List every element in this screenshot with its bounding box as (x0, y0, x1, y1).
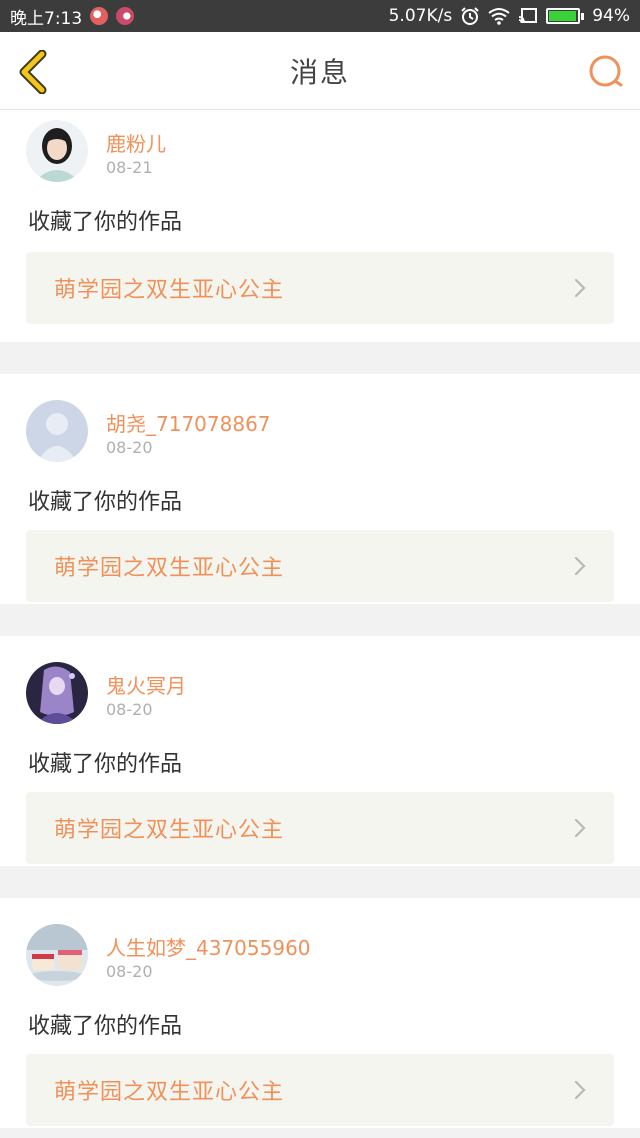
chevron-right-icon (574, 278, 586, 298)
username[interactable]: 鬼火冥月 (106, 670, 186, 699)
message-date: 08-20 (106, 962, 153, 981)
search-icon[interactable] (586, 52, 626, 92)
action-text: 收藏了你的作品 (28, 752, 183, 777)
username[interactable]: 鹿粉儿 (106, 128, 166, 157)
message-date: 08-21 (106, 158, 153, 177)
nav-bar: 消息 (0, 32, 640, 110)
alarm-icon (461, 7, 479, 25)
page-title: 消息 (289, 55, 350, 89)
work-title: 萌学园之双生亚心公主 (54, 556, 285, 581)
work-link[interactable]: 萌学园之双生亚心公主 (26, 792, 614, 864)
message-card: 鬼火冥月 08-20 收藏了你的作品 萌学园之双生亚心公主 (0, 636, 640, 866)
battery-percent: 94% (592, 6, 630, 26)
message-card: 胡尧_717078867 08-20 收藏了你的作品 萌学园之双生亚心公主 (0, 374, 640, 604)
battery-icon (546, 8, 585, 24)
avatar-girl[interactable] (26, 120, 88, 182)
chevron-left-icon[interactable] (14, 50, 54, 94)
message-date: 08-20 (106, 700, 153, 719)
work-title: 萌学园之双生亚心公主 (54, 1080, 285, 1105)
status-time: 晚上7:13 (10, 8, 83, 29)
avatar-default[interactable] (26, 400, 88, 462)
chevron-right-icon (574, 818, 586, 838)
wifi-icon (488, 8, 510, 25)
app-notification-icon (90, 7, 109, 25)
work-link[interactable]: 萌学园之双生亚心公主 (26, 1054, 614, 1126)
work-link[interactable]: 萌学园之双生亚心公主 (26, 530, 614, 602)
app-notification-icon-2 (116, 7, 135, 25)
cast-icon (519, 8, 538, 24)
work-title: 萌学园之双生亚心公主 (54, 818, 285, 843)
action-text: 收藏了你的作品 (28, 210, 183, 235)
message-card: 鹿粉儿 08-21 收藏了你的作品 萌学园之双生亚心公主 (0, 110, 640, 342)
message-date: 08-20 (106, 438, 153, 457)
action-text: 收藏了你的作品 (28, 1014, 183, 1039)
status-bar: 晚上7:13 5.07K/s 94% (0, 0, 640, 32)
avatar-cake[interactable] (26, 924, 88, 986)
message-card: 人生如梦_437055960 08-20 收藏了你的作品 萌学园之双生亚心公主 (0, 898, 640, 1128)
chevron-right-icon (574, 556, 586, 576)
username[interactable]: 人生如梦_437055960 (106, 932, 311, 961)
work-title: 萌学园之双生亚心公主 (54, 278, 285, 303)
network-speed: 5.07K/s (388, 6, 453, 26)
avatar-anime[interactable] (26, 662, 88, 724)
message-list: 鹿粉儿 08-21 收藏了你的作品 萌学园之双生亚心公主 胡尧_71707886… (0, 110, 640, 1128)
work-link[interactable]: 萌学园之双生亚心公主 (26, 252, 614, 324)
username[interactable]: 胡尧_717078867 (106, 408, 271, 437)
action-text: 收藏了你的作品 (28, 490, 183, 515)
chevron-right-icon (574, 1080, 586, 1100)
